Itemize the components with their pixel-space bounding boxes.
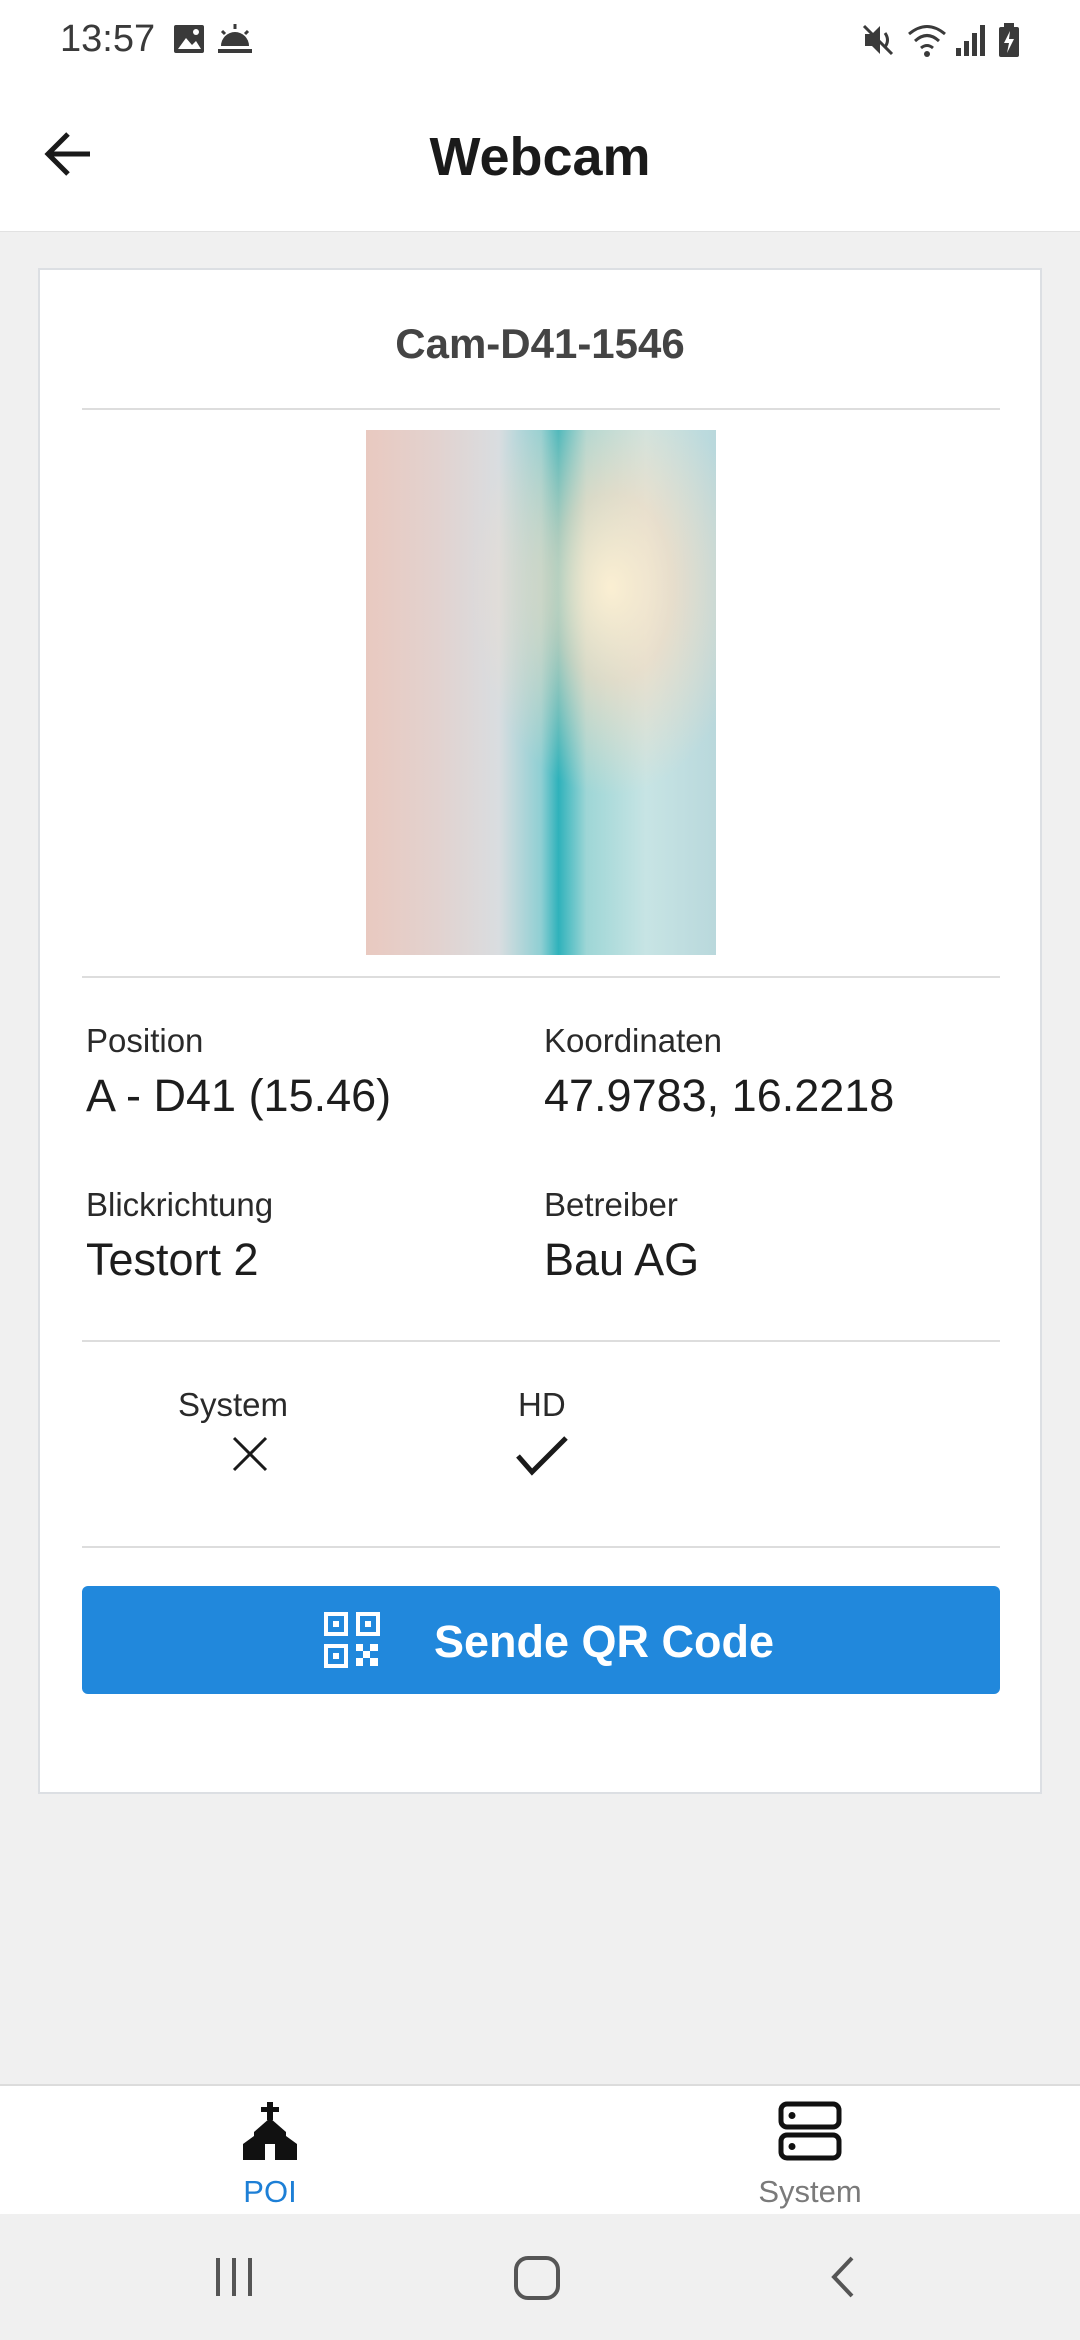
server-icon	[777, 2100, 843, 2167]
status-time: 13:57	[60, 18, 156, 60]
image-icon	[172, 22, 206, 61]
divider	[82, 1340, 1000, 1342]
home-icon[interactable]	[512, 2252, 562, 2307]
hd-flag-label: HD	[518, 1386, 566, 1423]
app-bar: Webcam	[0, 84, 1080, 232]
recent-apps-icon[interactable]	[212, 2252, 256, 2307]
system-navigation-bar	[0, 2214, 1080, 2340]
nav-item-system[interactable]: System	[540, 2086, 1080, 2216]
nav-item-poi[interactable]: POI	[0, 2086, 540, 2216]
mute-icon	[862, 22, 896, 63]
view-direction-value: Testort 2	[86, 1234, 259, 1285]
qr-code-icon	[324, 1612, 380, 1668]
weather-icon	[216, 22, 254, 61]
signal-icon	[954, 22, 988, 63]
coordinates-value: 47.9783, 16.2218	[544, 1070, 895, 1121]
nav-label-poi: POI	[243, 2174, 297, 2209]
cross-icon	[230, 1434, 270, 1479]
webcam-card: Cam-D41-1546 Position A - D41 (15.46) Ko…	[38, 268, 1042, 1794]
coordinates-label: Koordinaten	[544, 1022, 722, 1059]
divider	[82, 408, 1000, 410]
webcam-image[interactable]	[366, 430, 716, 955]
back-nav-icon[interactable]	[822, 2252, 862, 2307]
view-direction-label: Blickrichtung	[86, 1186, 274, 1223]
divider	[82, 976, 1000, 978]
check-icon	[514, 1434, 570, 1483]
operator-label: Betreiber	[544, 1186, 678, 1223]
divider	[82, 1546, 1000, 1548]
page-title: Webcam	[429, 127, 651, 187]
operator-value: Bau AG	[544, 1234, 700, 1285]
status-bar: 13:57	[0, 0, 1080, 84]
send-qr-code-label: Sende QR Code	[434, 1616, 775, 1667]
send-qr-code-button[interactable]: Sende QR Code	[82, 1586, 1000, 1694]
system-flag-label: System	[178, 1386, 289, 1423]
church-icon	[240, 2100, 300, 2167]
nav-label-system: System	[758, 2174, 862, 2209]
battery-icon	[996, 22, 1022, 63]
camera-name: Cam-D41-1546	[395, 320, 685, 367]
position-label: Position	[86, 1022, 204, 1059]
wifi-icon	[906, 22, 948, 63]
bottom-navigation: POI System	[0, 2084, 1080, 2216]
position-value: A - D41 (15.46)	[86, 1070, 392, 1121]
